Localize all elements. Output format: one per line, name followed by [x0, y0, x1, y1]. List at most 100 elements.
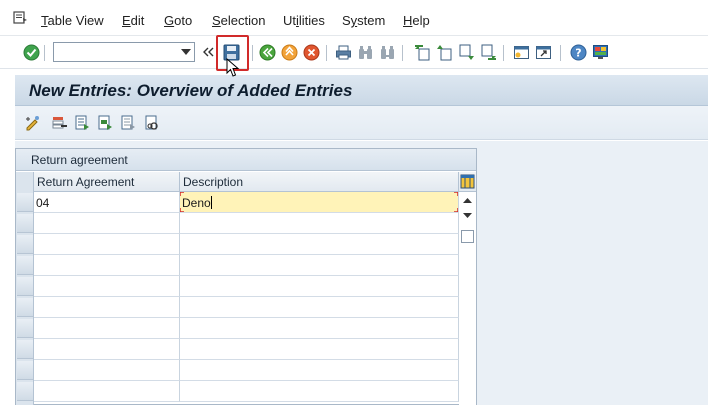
find-button[interactable]: [356, 43, 374, 61]
first-page-icon: [414, 44, 429, 60]
menu-system[interactable]: System: [342, 13, 385, 29]
toolbar-separator: [326, 45, 327, 61]
mouse-cursor-icon: [226, 58, 240, 77]
select-block-icon[interactable]: [97, 115, 113, 131]
table-cell[interactable]: [180, 234, 459, 255]
table-cell[interactable]: [180, 381, 459, 402]
next-page-button[interactable]: [457, 43, 475, 61]
shortcut-button[interactable]: [534, 43, 552, 61]
table-settings-icon: [460, 174, 475, 189]
cell-return-agreement[interactable]: 04: [34, 192, 180, 213]
field-corner-marker: [454, 208, 458, 212]
row-selector[interactable]: [17, 193, 33, 212]
cancel-icon: [303, 44, 319, 60]
toolbar-separator: [252, 45, 253, 61]
row-selector[interactable]: [17, 298, 33, 317]
menu-table-view[interactable]: Table View: [41, 13, 104, 29]
menu-help[interactable]: Help: [403, 13, 430, 29]
row-selector[interactable]: [17, 340, 33, 359]
menu-utilities[interactable]: Utilities: [283, 13, 325, 29]
scroll-up-icon[interactable]: [459, 195, 476, 207]
grid-title: Return agreement: [31, 153, 128, 167]
menu-options-icon[interactable]: [13, 11, 28, 24]
print-button[interactable]: [334, 43, 352, 61]
cell-description[interactable]: Deno: [180, 192, 459, 213]
help-button[interactable]: ?: [569, 43, 587, 61]
enter-button[interactable]: [22, 43, 40, 61]
menu-goto[interactable]: Goto: [164, 13, 192, 29]
customize-layout-icon: [592, 44, 608, 59]
back-arrows-button[interactable]: [202, 43, 214, 61]
row-selector[interactable]: [17, 277, 33, 296]
table-cell[interactable]: [34, 381, 180, 402]
previous-page-icon: [436, 44, 451, 60]
title-bar: New Entries: Overview of Added Entries: [15, 75, 708, 106]
column-config-button[interactable]: [459, 172, 476, 192]
toolbar-separator: [503, 45, 504, 61]
table-cell[interactable]: [34, 297, 180, 318]
exit-button[interactable]: [280, 43, 298, 61]
column-header-description[interactable]: Description: [180, 172, 459, 192]
scroll-thumb[interactable]: [461, 230, 474, 243]
toolbar-separator: [44, 45, 45, 61]
table-cell[interactable]: [180, 297, 459, 318]
menu-selection-rest: election: [220, 13, 266, 28]
chevron-down-icon[interactable]: [181, 49, 191, 55]
table-cell[interactable]: [34, 255, 180, 276]
shortcut-icon: [535, 45, 551, 59]
table-cell[interactable]: [180, 360, 459, 381]
column-header-return-agreement[interactable]: Return Agreement: [34, 172, 180, 192]
menu-bar: Table View Edit Goto Selection Utilities…: [0, 0, 708, 36]
table-cell[interactable]: [34, 318, 180, 339]
display-change-icon[interactable]: [25, 115, 41, 131]
menu-system-pre: S: [342, 13, 351, 28]
table-cell[interactable]: [34, 213, 180, 234]
table-cell[interactable]: [180, 339, 459, 360]
select-all-icon[interactable]: [74, 115, 90, 131]
row-selector[interactable]: [17, 214, 33, 233]
print-icon: [335, 45, 351, 59]
field-corner-marker: [454, 192, 458, 196]
menu-help-rest: elp: [412, 13, 430, 28]
back-arrows-icon: [202, 47, 213, 57]
first-page-button[interactable]: [413, 43, 431, 61]
row-selector[interactable]: [17, 361, 33, 380]
table-cell[interactable]: [180, 276, 459, 297]
delete-icon[interactable]: [52, 115, 68, 131]
table-cell[interactable]: [34, 234, 180, 255]
last-page-icon: [481, 44, 496, 60]
row-selector[interactable]: [17, 382, 33, 401]
row-selector[interactable]: [17, 319, 33, 338]
table-cell[interactable]: [34, 339, 180, 360]
cell-return-agreement-value: 04: [36, 196, 50, 210]
table-cell[interactable]: [34, 276, 180, 297]
deselect-all-icon[interactable]: [120, 115, 136, 131]
table-cell[interactable]: [34, 360, 180, 381]
last-page-button[interactable]: [479, 43, 497, 61]
enter-icon: [23, 44, 39, 60]
table-cell[interactable]: [180, 318, 459, 339]
find-next-button[interactable]: [378, 43, 396, 61]
previous-page-button[interactable]: [435, 43, 453, 61]
menu-utilities-rest: lities: [298, 13, 325, 28]
menu-selection[interactable]: Selection: [212, 13, 265, 29]
back-icon: [259, 44, 275, 60]
toolbar-separator: [560, 45, 561, 61]
text-caret: [210, 196, 212, 209]
scroll-down-icon[interactable]: [459, 210, 476, 222]
row-selector[interactable]: [17, 235, 33, 254]
field-corner-marker: [180, 192, 184, 196]
vertical-scrollbar[interactable]: [459, 192, 476, 405]
back-button[interactable]: [258, 43, 276, 61]
configure-icon[interactable]: [144, 115, 160, 131]
menu-edit[interactable]: Edit: [122, 13, 144, 29]
customize-layout-button[interactable]: [591, 43, 609, 61]
table-control: Return agreement Return Agreement Descri…: [15, 148, 477, 405]
table-cell[interactable]: [180, 255, 459, 276]
create-session-button[interactable]: [512, 43, 530, 61]
table-cell[interactable]: [180, 213, 459, 234]
cancel-button[interactable]: [302, 43, 320, 61]
command-field[interactable]: [53, 42, 195, 62]
row-selector[interactable]: [17, 256, 33, 275]
menu-table-view-rest: able View: [47, 13, 104, 28]
